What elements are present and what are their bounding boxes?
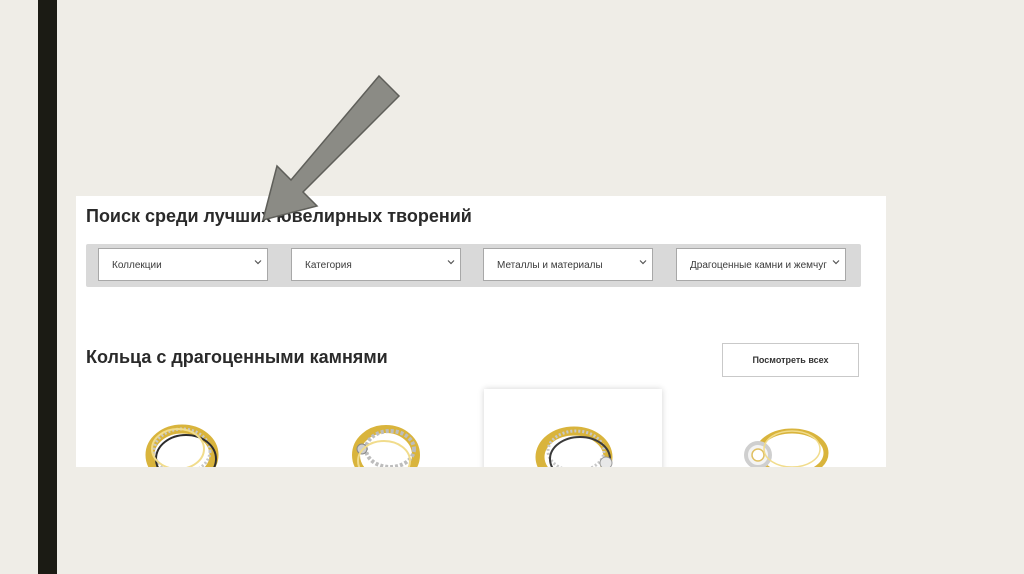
- arrow-icon: [261, 74, 401, 222]
